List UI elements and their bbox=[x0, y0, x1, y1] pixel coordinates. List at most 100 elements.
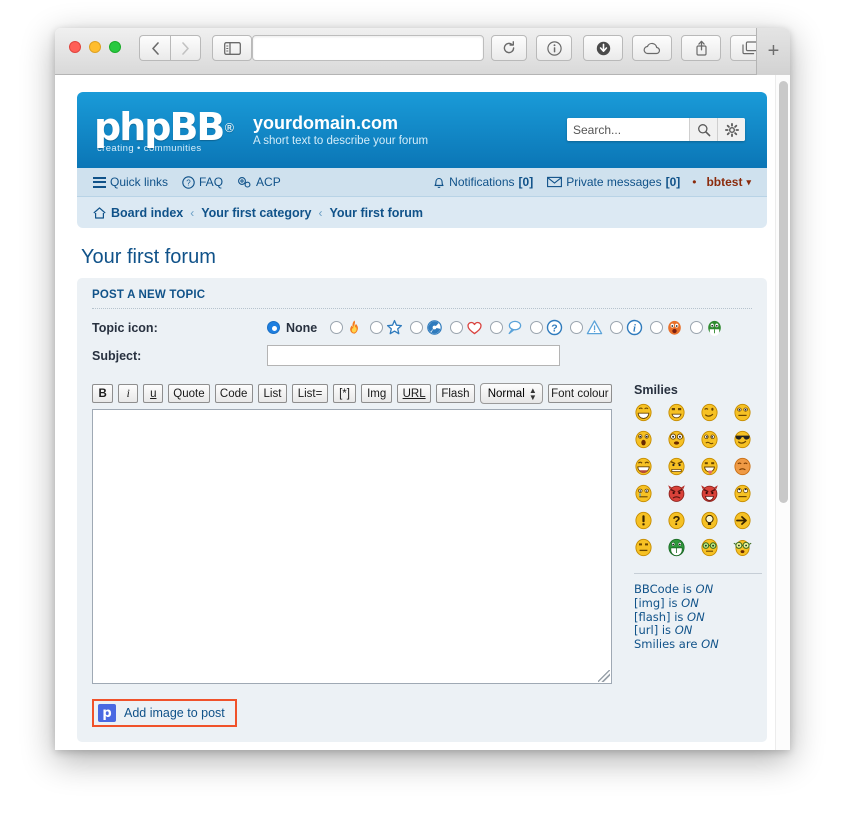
page-scrollbar-thumb[interactable] bbox=[779, 81, 788, 503]
nav-notifications[interactable]: Notifications [0] bbox=[433, 175, 533, 189]
nav-user-menu[interactable]: bbtest ▾ bbox=[706, 175, 751, 189]
underline-button[interactable]: u bbox=[143, 384, 164, 403]
phpbb-logo[interactable]: phpBB ® creating • communities bbox=[94, 108, 235, 154]
bell-icon bbox=[434, 177, 444, 188]
evil-smiley[interactable] bbox=[667, 484, 686, 503]
font-colour-button[interactable]: Font colour bbox=[547, 384, 612, 403]
maximize-window-button[interactable] bbox=[109, 41, 121, 53]
laugh-smiley[interactable] bbox=[634, 457, 653, 476]
topic-icon-option-green-face[interactable] bbox=[690, 319, 723, 336]
redface-smiley[interactable] bbox=[733, 457, 752, 476]
search-settings-button[interactable] bbox=[717, 118, 745, 141]
topic-icon-option-none[interactable]: None bbox=[267, 321, 317, 335]
quote-button[interactable]: Quote bbox=[168, 384, 210, 403]
italic-button[interactable]: i bbox=[118, 384, 139, 403]
cool-smiley[interactable] bbox=[733, 430, 752, 449]
topic-icon-option-info[interactable]: i bbox=[610, 319, 643, 336]
radio-none[interactable] bbox=[267, 321, 280, 334]
radio-green-face[interactable] bbox=[690, 321, 704, 334]
topic-icon-option-warning[interactable] bbox=[570, 319, 603, 336]
mrgreen-smiley[interactable] bbox=[667, 538, 686, 557]
icloud-tabs-button[interactable] bbox=[632, 35, 672, 61]
rolleyes-smiley[interactable] bbox=[733, 484, 752, 503]
minimize-window-button[interactable] bbox=[89, 41, 101, 53]
resize-handle[interactable] bbox=[598, 670, 610, 682]
exclaim-smiley[interactable] bbox=[634, 511, 653, 530]
topic-icon-option-radioactive[interactable] bbox=[410, 319, 443, 336]
geek-smiley[interactable] bbox=[700, 538, 719, 557]
surprised-smiley[interactable] bbox=[634, 430, 653, 449]
navbar-user-area: Notifications [0] Private messages [0] •… bbox=[419, 175, 751, 189]
bbcode-toolbar: B i u Quote Code List List= [*] Img URL … bbox=[92, 383, 612, 404]
radio-orange-face[interactable] bbox=[650, 321, 664, 334]
breadcrumb: Board index ‹ Your first category ‹ Your… bbox=[77, 197, 767, 228]
back-button[interactable] bbox=[139, 35, 170, 61]
radio-star[interactable] bbox=[370, 321, 384, 334]
forward-button[interactable] bbox=[170, 35, 201, 61]
search-submit-button[interactable] bbox=[689, 118, 717, 141]
add-image-to-post-button[interactable]: p Add image to post bbox=[92, 699, 237, 727]
arrow-smiley[interactable] bbox=[733, 511, 752, 530]
nav-faq[interactable]: ? FAQ bbox=[182, 175, 223, 189]
radio-flame[interactable] bbox=[330, 321, 344, 334]
list-item-button[interactable]: [*] bbox=[332, 384, 357, 403]
smile-smiley[interactable] bbox=[667, 403, 686, 422]
topic-icon-option-flame[interactable] bbox=[330, 319, 363, 336]
bbcode-status-row-2: [flash] is ON bbox=[634, 610, 762, 625]
reader-info-button[interactable] bbox=[536, 35, 572, 61]
radio-warning[interactable] bbox=[570, 321, 584, 334]
code-button[interactable]: Code bbox=[214, 384, 253, 403]
font-size-select[interactable]: Normal ▲ ▼ bbox=[479, 383, 543, 404]
breadcrumb-category[interactable]: Your first category bbox=[201, 206, 311, 220]
topic-icon-option-heart[interactable] bbox=[450, 319, 483, 336]
radio-radioactive[interactable] bbox=[410, 321, 424, 334]
grin-smiley[interactable] bbox=[634, 403, 653, 422]
nav-quick-links[interactable]: Quick links bbox=[93, 175, 168, 189]
new-tab-button[interactable]: + bbox=[756, 28, 790, 75]
radio-question[interactable] bbox=[530, 321, 544, 334]
radio-speech-bubble[interactable] bbox=[490, 321, 504, 334]
bold-button[interactable]: B bbox=[92, 384, 114, 403]
address-bar[interactable] bbox=[252, 35, 484, 61]
nav-private-messages[interactable]: Private messages [0] bbox=[547, 175, 680, 189]
breadcrumb-forum[interactable]: Your first forum bbox=[329, 206, 423, 220]
list-button[interactable]: List bbox=[257, 384, 288, 403]
ordered-list-button[interactable]: List= bbox=[292, 384, 328, 403]
radio-heart[interactable] bbox=[450, 321, 464, 334]
twisted-smiley[interactable] bbox=[700, 484, 719, 503]
page-scrollbar[interactable] bbox=[775, 75, 790, 750]
subject-input[interactable] bbox=[267, 345, 560, 366]
search-input[interactable] bbox=[567, 118, 689, 141]
url-button[interactable]: URL bbox=[397, 384, 432, 403]
bbcode-status-row-0: BBCode is ON bbox=[634, 582, 762, 597]
topic-icon-option-orange-face[interactable] bbox=[650, 319, 683, 336]
idea-smiley[interactable] bbox=[700, 511, 719, 530]
wink-smiley[interactable] bbox=[700, 403, 719, 422]
eek-smiley[interactable] bbox=[667, 430, 686, 449]
sidebar-toggle-button[interactable] bbox=[212, 35, 252, 61]
confused-smiley[interactable] bbox=[700, 430, 719, 449]
ugeek-smiley[interactable] bbox=[733, 538, 752, 557]
message-textarea[interactable] bbox=[92, 409, 612, 684]
breadcrumb-board-index[interactable]: Board index bbox=[93, 206, 183, 220]
question-smiley[interactable]: ? bbox=[667, 511, 686, 530]
topic-icon-option-question[interactable]: ? bbox=[530, 319, 563, 336]
cry-smiley[interactable] bbox=[634, 484, 653, 503]
razz-smiley[interactable] bbox=[700, 457, 719, 476]
share-button[interactable] bbox=[681, 35, 721, 61]
image-button[interactable]: Img bbox=[361, 384, 393, 403]
reload-button[interactable] bbox=[491, 35, 527, 61]
radio-info[interactable] bbox=[610, 321, 624, 334]
registered-mark: ® bbox=[223, 121, 236, 135]
downloads-button[interactable] bbox=[583, 35, 623, 61]
angry-smiley[interactable] bbox=[667, 457, 686, 476]
topic-icon-option-star[interactable] bbox=[370, 319, 403, 336]
nav-acp[interactable]: ACP bbox=[237, 175, 281, 189]
topic-icon-option-speech[interactable] bbox=[490, 319, 523, 336]
page-title: Your first forum bbox=[81, 246, 216, 268]
neutral2-smiley[interactable] bbox=[634, 538, 653, 557]
breadcrumb-separator-2: ‹ bbox=[318, 205, 323, 220]
neutral-smiley[interactable] bbox=[733, 403, 752, 422]
close-window-button[interactable] bbox=[69, 41, 81, 53]
flash-button[interactable]: Flash bbox=[436, 384, 475, 403]
